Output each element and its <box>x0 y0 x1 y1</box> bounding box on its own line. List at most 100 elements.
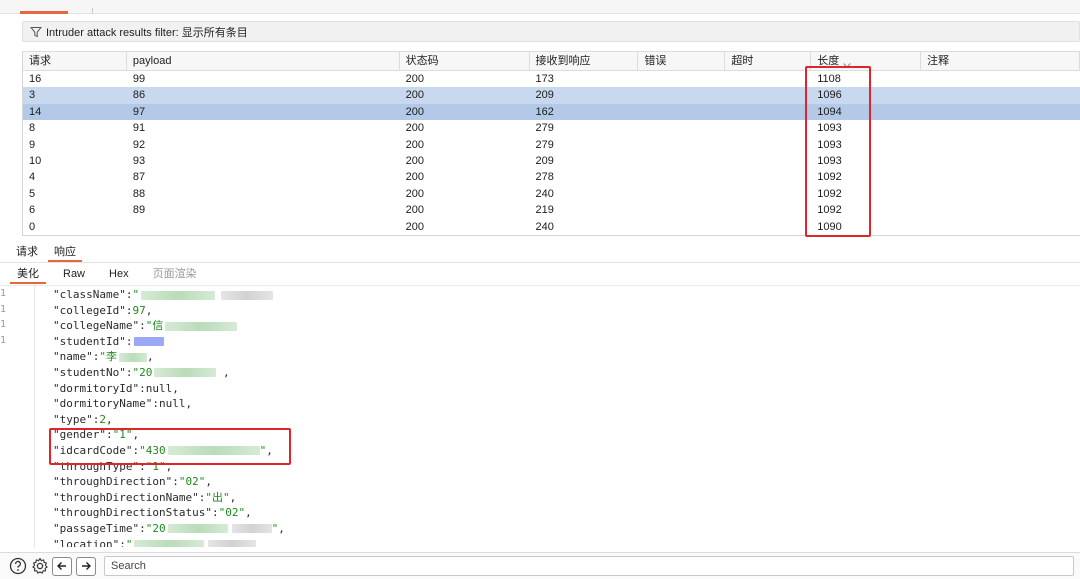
bottom-toolbar <box>0 552 1080 579</box>
code-line: "studentNo":"20 , <box>53 365 230 379</box>
arrow-left-icon[interactable] <box>52 556 72 576</box>
cell-length: 1093 <box>817 138 842 151</box>
gear-icon[interactable] <box>30 556 50 576</box>
cell-response-received: 173 <box>535 73 554 85</box>
active-tab-indicator[interactable] <box>20 11 68 14</box>
table-row[interactable]: 5 88 200 240 1092 <box>23 186 1080 202</box>
cell-comment <box>921 137 1080 153</box>
cell-request: 14 <box>29 105 42 118</box>
code-line: "idcardCode":"430 ", <box>53 443 273 457</box>
table-row[interactable]: 9 92 200 279 1093 <box>23 137 1080 153</box>
cell-payload: 91 <box>132 122 146 135</box>
cell-request: 8 <box>29 122 36 135</box>
table-header: 请求 payload 状态码 接收到响应 错误 超时 长度 注释 <box>23 51 1080 71</box>
cell-request: 6 <box>29 204 36 217</box>
gutter-line-number: 1 <box>0 319 7 331</box>
cell-response-received: 162 <box>535 105 554 118</box>
cell-response-received: 279 <box>535 138 554 151</box>
cell-timeout <box>725 137 811 153</box>
cell-payload: 92 <box>132 138 146 151</box>
cell-payload: 86 <box>132 89 146 102</box>
cell-response-received: 240 <box>535 187 554 200</box>
cell-error <box>638 202 725 218</box>
editor-gutter: 1 1 1 1 <box>0 286 8 348</box>
code-line: "studentId": <box>53 334 1053 350</box>
tab-pretty[interactable]: 美化 <box>10 266 46 284</box>
divider <box>0 285 1080 286</box>
cell-request: 3 <box>29 89 36 102</box>
intruder-results-table: 请求 payload 状态码 接收到响应 错误 超时 长度 注释 16 99 200… <box>22 51 1080 236</box>
code-line: "throughDirectionName":"出", <box>53 490 237 504</box>
cell-status: 200 <box>405 138 424 151</box>
cell-timeout <box>725 169 811 185</box>
cell-request: 10 <box>29 154 42 167</box>
column-header-response-received[interactable]: 接收到响应 <box>530 52 639 70</box>
table-row[interactable]: 8 91 200 279 1093 <box>23 120 1080 136</box>
results-filter-bar[interactable]: Intruder attack results filter: 显示所有条目 <box>22 21 1080 42</box>
tab-render[interactable]: 页面渲染 <box>146 266 204 284</box>
code-line: "throughType":"1", <box>53 459 173 473</box>
cell-comment <box>921 202 1080 218</box>
cell-timeout <box>725 202 811 218</box>
code-line: "location":" <box>53 537 1053 547</box>
tab-hex[interactable]: Hex <box>102 266 136 284</box>
cell-timeout <box>725 104 811 120</box>
cell-length: 1093 <box>817 122 842 135</box>
column-header-error[interactable]: 错误 <box>638 52 726 70</box>
cell-error <box>638 219 725 235</box>
cell-response-received: 209 <box>535 154 554 167</box>
top-tab-strip <box>0 0 1080 14</box>
table-row[interactable]: 3 86 200 209 1096 <box>23 87 1080 104</box>
column-header-comment[interactable]: 注释 <box>921 52 1080 70</box>
code-line: "dormitoryId":null, <box>53 381 179 395</box>
column-header-payload[interactable]: payload <box>127 52 400 70</box>
gutter-line-number: 1 <box>0 303 7 315</box>
help-icon[interactable] <box>8 556 28 576</box>
cell-timeout <box>725 120 811 136</box>
cell-error <box>638 71 725 87</box>
column-header-timeout[interactable]: 超时 <box>725 52 812 70</box>
arrow-right-icon[interactable] <box>76 556 96 576</box>
cell-request: 5 <box>29 187 36 200</box>
table-body: 16 99 200 173 1108 3 86 200 209 1096 14 97 200 162 109… <box>23 71 1080 235</box>
code-line: "throughDirectionStatus":"02", <box>53 506 252 520</box>
cell-timeout <box>725 186 811 202</box>
cell-comment <box>921 153 1080 169</box>
code-line: "className":" <box>53 287 1053 303</box>
cell-status: 200 <box>405 204 424 217</box>
tab-response[interactable]: 响应 <box>48 244 82 262</box>
column-header-request[interactable]: 请求 <box>23 52 127 70</box>
cell-response-received: 209 <box>535 89 554 102</box>
cell-timeout <box>725 71 811 87</box>
divider <box>0 262 1080 263</box>
cell-error <box>638 137 725 153</box>
cell-status: 200 <box>405 89 424 102</box>
response-body-editor[interactable]: "className":" "collegeId":97, "collegeNa… <box>53 287 1053 547</box>
column-header-length[interactable]: 长度 <box>811 52 922 70</box>
cell-comment <box>921 71 1080 87</box>
code-line: "dormitoryName":null, <box>53 397 193 411</box>
cell-request: 0 <box>29 220 36 233</box>
tab-raw[interactable]: Raw <box>56 266 92 284</box>
tab-request[interactable]: 请求 <box>10 244 44 262</box>
table-row[interactable]: 14 97 200 162 1094 <box>23 103 1080 121</box>
code-line: "throughDirection":"02", <box>53 475 212 489</box>
column-header-status[interactable]: 状态码 <box>400 52 530 70</box>
cell-response-received: 278 <box>535 171 554 184</box>
table-row[interactable]: 6 89 200 219 1092 <box>23 202 1080 218</box>
table-row[interactable]: 10 93 200 209 1093 <box>23 153 1080 169</box>
cell-response-received: 279 <box>535 122 554 135</box>
search-input[interactable] <box>104 556 1074 576</box>
code-line: "collegeName":"信 <box>53 318 1053 334</box>
cell-status: 200 <box>405 122 424 135</box>
cell-payload: 97 <box>132 105 146 118</box>
table-row[interactable]: 16 99 200 173 1108 <box>23 71 1080 87</box>
table-row[interactable]: 4 87 200 278 1092 <box>23 169 1080 185</box>
code-line: "collegeId":97, <box>53 303 153 317</box>
table-row[interactable]: 0 200 240 1090 <box>23 219 1080 235</box>
code-line: "passageTime":"20 ", <box>53 521 285 535</box>
cell-status: 200 <box>405 73 424 85</box>
cell-length: 1092 <box>817 171 842 184</box>
cell-timeout <box>725 153 811 169</box>
cell-status: 200 <box>405 171 424 184</box>
